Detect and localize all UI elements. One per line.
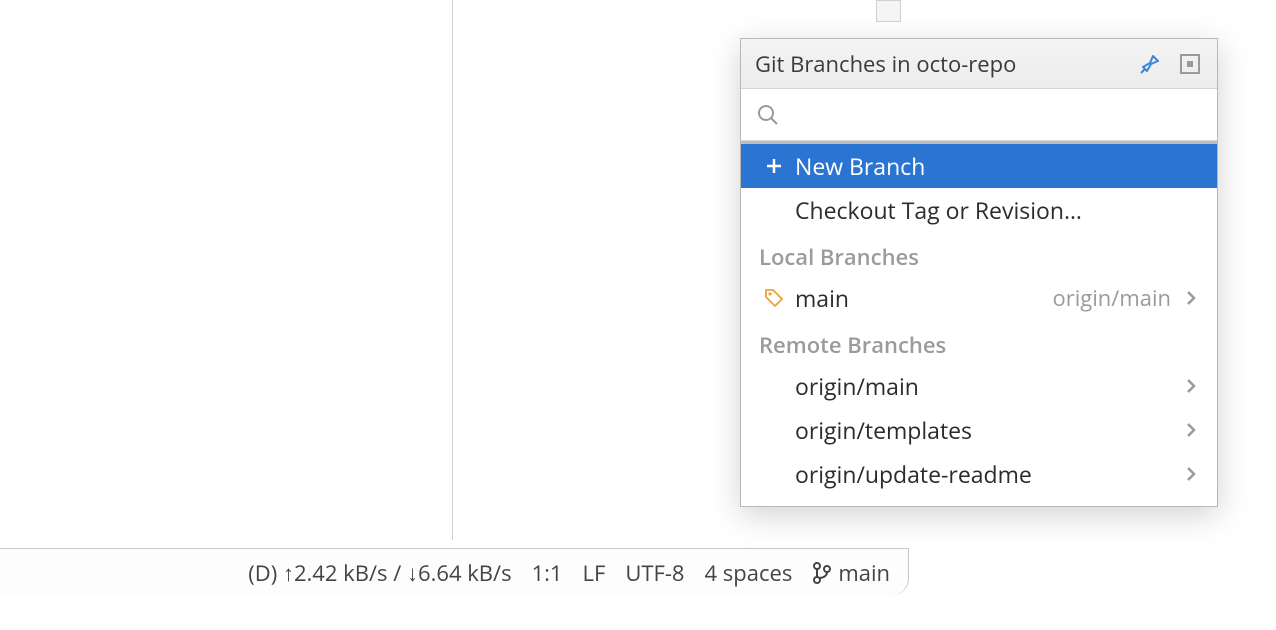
local-branches-header: Local Branches: [741, 232, 1217, 276]
status-encoding[interactable]: UTF-8: [625, 558, 684, 588]
checkout-tag-label: Checkout Tag or Revision…: [795, 194, 1199, 226]
checkout-tag-item[interactable]: Checkout Tag or Revision…: [741, 188, 1217, 232]
status-network[interactable]: (D) ↑2.42 kB/s / ↓6.64 kB/s: [248, 558, 511, 588]
chevron-right-icon: [1183, 465, 1199, 483]
status-cursor[interactable]: 1:1: [532, 558, 563, 588]
remote-branch-origin-templates[interactable]: origin/templates: [741, 408, 1217, 452]
chevron-right-icon: [1183, 289, 1199, 307]
editor-guide-line: [452, 0, 453, 540]
new-branch-label: New Branch: [795, 150, 1199, 182]
remote-branches-header: Remote Branches: [741, 320, 1217, 364]
chevron-right-icon: [1183, 377, 1199, 395]
popup-body: New Branch Checkout Tag or Revision… Loc…: [741, 144, 1217, 506]
scroll-marker[interactable]: [876, 0, 901, 22]
status-git-branch[interactable]: main: [812, 558, 890, 588]
popup-header: Git Branches in octo-repo: [741, 39, 1217, 89]
remote-branch-name: origin/update-readme: [795, 458, 1183, 490]
local-branch-main[interactable]: main origin/main: [741, 276, 1217, 320]
new-branch-item[interactable]: New Branch: [741, 144, 1217, 188]
search-icon: [757, 104, 779, 126]
chevron-right-icon: [1183, 421, 1199, 439]
local-branch-tracking: origin/main: [1053, 283, 1171, 313]
popup-title: Git Branches in octo-repo: [755, 49, 1123, 79]
resize-icon: [1179, 53, 1201, 75]
remote-branch-origin-main[interactable]: origin/main: [741, 364, 1217, 408]
branch-icon: [812, 561, 832, 585]
local-branch-name: main: [795, 282, 1053, 314]
status-branch-name: main: [838, 558, 890, 588]
plus-icon: [759, 157, 789, 175]
remote-branch-name: origin/templates: [795, 414, 1183, 446]
remote-branch-origin-update-readme[interactable]: origin/update-readme: [741, 452, 1217, 496]
pin-icon: [1139, 53, 1161, 75]
resize-button[interactable]: [1177, 51, 1203, 77]
status-bar: (D) ↑2.42 kB/s / ↓6.64 kB/s 1:1 LF UTF-8…: [0, 548, 909, 596]
pin-button[interactable]: [1137, 51, 1163, 77]
popup-search-input[interactable]: [791, 102, 1201, 128]
tag-icon: [759, 288, 789, 308]
status-indent[interactable]: 4 spaces: [705, 558, 793, 588]
status-line-separator[interactable]: LF: [583, 558, 606, 588]
git-branches-popup: Git Branches in octo-repo New Branc: [740, 38, 1218, 507]
remote-branch-name: origin/main: [795, 370, 1183, 402]
popup-search-row: [741, 89, 1217, 141]
